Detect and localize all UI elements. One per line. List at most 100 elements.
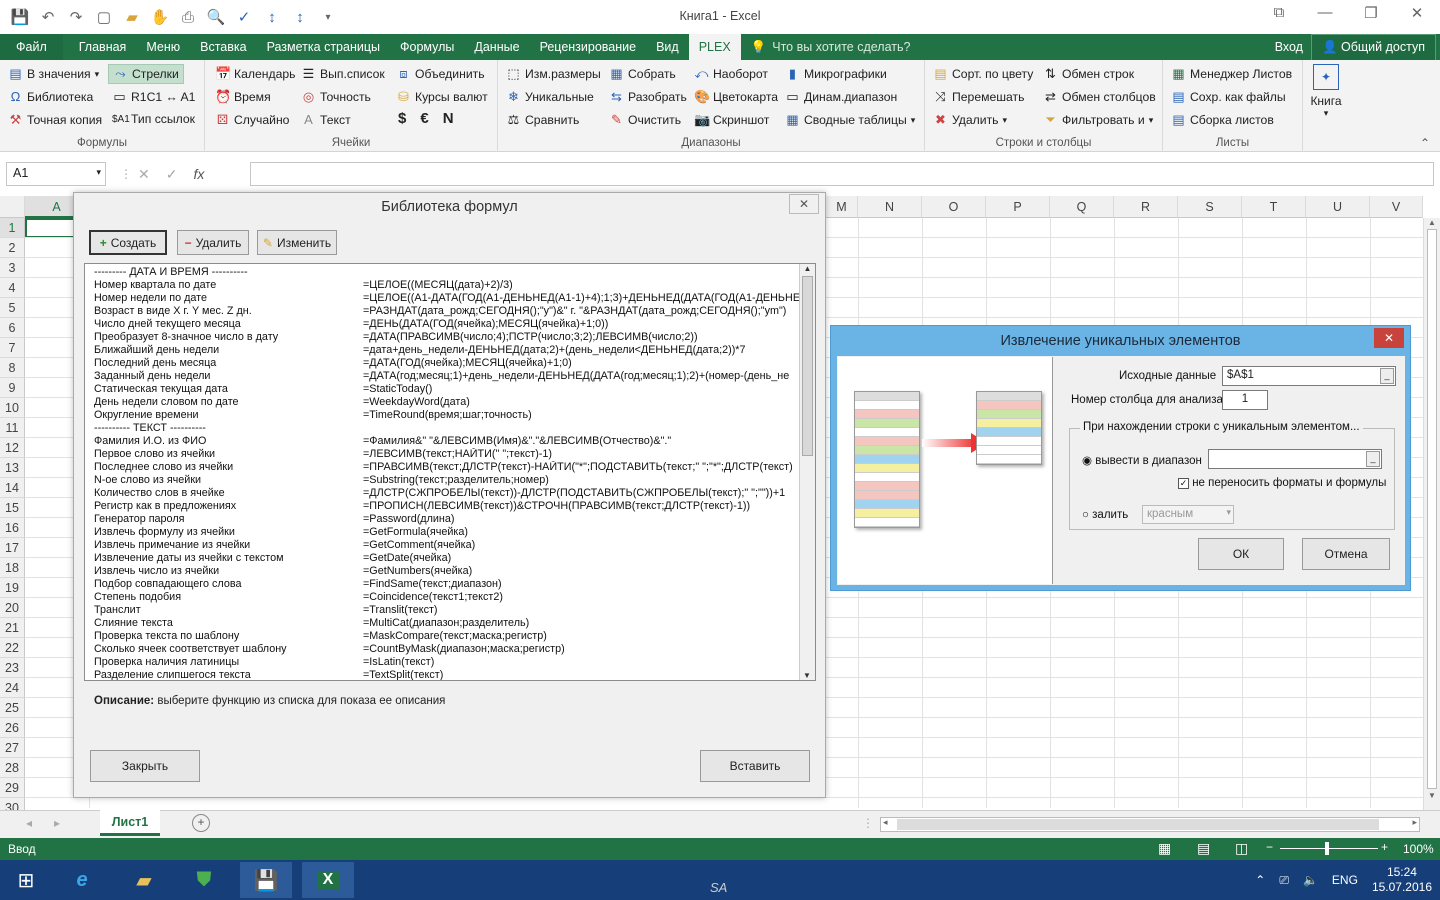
delete-button[interactable]: − Удалить xyxy=(177,230,249,255)
col-header-r[interactable]: R xyxy=(1114,196,1178,218)
ie-icon[interactable]: e xyxy=(56,862,108,898)
row-header[interactable]: 2 xyxy=(0,238,25,258)
ref-type-button[interactable]: $A1 Тип ссылок xyxy=(112,112,195,126)
row-header[interactable]: 12 xyxy=(0,438,25,458)
row-header[interactable]: 28 xyxy=(0,758,25,778)
close-window-icon[interactable]: ✕ xyxy=(1402,4,1432,22)
dropdown-list-button[interactable]: ☰ Вып.список xyxy=(301,66,385,82)
swap-cols-button[interactable]: ⇄ Обмен столбцов xyxy=(1043,89,1156,105)
row-header[interactable]: 21 xyxy=(0,618,25,638)
time-button[interactable]: ⏰ Время xyxy=(215,89,271,105)
formula-item-code[interactable]: =ДЕНЬ(ДАТА(ГОД(ячейка);МЕСЯЦ(ячейка)+1;0… xyxy=(363,318,799,331)
vertical-scrollbar[interactable]: ▲ ▼ xyxy=(1423,218,1440,810)
screenshot-button[interactable]: 📷 Скриншот xyxy=(694,112,769,128)
formula-item-name[interactable]: N-ое слово из ячейки xyxy=(94,474,201,487)
row-header[interactable]: 25 xyxy=(0,698,25,718)
row-header[interactable]: 14 xyxy=(0,478,25,498)
formula-item-code[interactable]: =ЦЕЛОЕ((МЕСЯЦ(дата)+2)/3) xyxy=(363,279,799,292)
col-header-p[interactable]: P xyxy=(986,196,1050,218)
row-header[interactable]: 17 xyxy=(0,538,25,558)
row-header[interactable]: 8 xyxy=(0,358,25,378)
formula-item-code[interactable]: =Password(длина) xyxy=(363,513,799,526)
tab-formulas[interactable]: Формулы xyxy=(390,34,464,60)
tab-home[interactable]: Главная xyxy=(63,34,137,60)
tab-review[interactable]: Рецензирование xyxy=(530,34,647,60)
sort-by-color-button[interactable]: ▤ Сорт. по цвету xyxy=(933,66,1033,82)
zoom-thumb[interactable] xyxy=(1325,842,1329,855)
formula-item-name[interactable]: Регистр как в предложениях xyxy=(94,500,236,513)
col-header-m[interactable]: M xyxy=(826,196,858,218)
formula-item-code[interactable]: =Substring(текст;разделитель;номер) xyxy=(363,474,799,487)
zoom-level[interactable]: 100% xyxy=(1403,842,1434,856)
cancel-icon[interactable]: ✕ xyxy=(138,166,150,183)
formula-item-name[interactable]: Подбор совпадающего слова xyxy=(94,578,241,591)
formula-item-name[interactable]: Сколько ячеек соответствует шаблону xyxy=(94,643,287,656)
formula-item-code[interactable]: =Translit(текст) xyxy=(363,604,799,617)
formula-item-name[interactable]: Заданный день недели xyxy=(94,370,210,383)
fx-icon[interactable]: fx xyxy=(193,166,204,182)
currency-rates-button[interactable]: ⛁ Курсы валют xyxy=(396,89,488,105)
source-input[interactable]: $A$1 _ xyxy=(1222,366,1396,386)
tab-layout[interactable]: Разметка страницы xyxy=(257,34,390,60)
edit-button[interactable]: ✎ Изменить xyxy=(257,230,337,255)
tab-view[interactable]: Вид xyxy=(646,34,689,60)
tab-file[interactable]: Файл xyxy=(0,34,63,60)
close-dialog-icon[interactable]: ✕ xyxy=(789,194,819,214)
share-button[interactable]: 👤 Общий доступ xyxy=(1310,33,1436,61)
formula-item-name[interactable]: Извлечь примечание из ячейки xyxy=(94,539,250,552)
formula-item-code[interactable]: =TextSplit(текст) xyxy=(363,669,799,680)
col-header-t[interactable]: T xyxy=(1242,196,1306,218)
scroll-down-icon[interactable]: ▼ xyxy=(1424,791,1440,800)
list-scroll-thumb[interactable] xyxy=(802,276,813,456)
horizontal-scrollbar[interactable]: ◂ ▸ xyxy=(880,817,1420,832)
formula-input[interactable] xyxy=(250,162,1434,186)
micrographs-button[interactable]: ▮ Микрографики xyxy=(785,66,887,82)
colormap-button[interactable]: 🎨 Цветокарта xyxy=(694,89,778,105)
library-button[interactable]: Ω Библиотека xyxy=(8,89,94,104)
clock[interactable]: 15:24 15.07.2016 xyxy=(1372,865,1432,895)
select-all[interactable] xyxy=(0,196,25,218)
minimize-icon[interactable]: — xyxy=(1310,4,1340,22)
formula-item-code[interactable]: =StaticToday() xyxy=(363,383,799,396)
create-button[interactable]: + Создать xyxy=(89,230,167,255)
formula-item-code[interactable]: =ДАТА(ГОД(ячейка);МЕСЯЦ(ячейка)+1;0) xyxy=(363,357,799,370)
formula-item-name[interactable]: Последний день месяца xyxy=(94,357,216,370)
tab-plex[interactable]: PLEX xyxy=(688,34,741,60)
formula-item-name[interactable]: Фамилия И.О. из ФИО xyxy=(94,435,206,448)
formula-item-name[interactable]: Возраст в виде X г. Y мес. Z дн. xyxy=(94,305,252,318)
formula-item-code[interactable]: =MultiCat(диапазон;разделитель) xyxy=(363,617,799,630)
list-scrollbar[interactable]: ▲ ▼ xyxy=(799,264,815,680)
scroll-up-icon[interactable]: ▲ xyxy=(800,264,815,273)
close-dialog-icon[interactable]: ✕ xyxy=(1374,328,1404,348)
zoom-out-icon[interactable]: − xyxy=(1266,840,1273,854)
exact-copy-button[interactable]: ⚒ Точная копия xyxy=(8,112,102,128)
row-header[interactable]: 5 xyxy=(0,298,25,318)
formula-item-code[interactable]: =ПРОПИСН(ЛЕВСИМВ(текст))&СТРОЧН(ПРАВСИМВ… xyxy=(363,500,799,513)
no-formats-checkbox[interactable]: ✓ не переносить форматы и формулы xyxy=(1178,477,1386,489)
excel-app-icon[interactable]: X xyxy=(302,862,354,898)
next-sheet-icon[interactable]: ▸ xyxy=(54,816,60,830)
row-header[interactable]: 24 xyxy=(0,678,25,698)
formula-item-code[interactable]: =FindSame(текст;диапазон) xyxy=(363,578,799,591)
formula-item-name[interactable]: Статическая текущая дата xyxy=(94,383,228,396)
formula-item-name[interactable]: Последнее слово из ячейки xyxy=(94,461,233,474)
formula-item-code[interactable]: =WeekdayWord(дата) xyxy=(363,396,799,409)
formula-item-name[interactable]: Номер недели по дате xyxy=(94,292,207,305)
scroll-right-icon[interactable]: ▸ xyxy=(1412,817,1417,828)
formula-item-code[interactable]: =TimeRound(время;шаг;точность) xyxy=(363,409,799,422)
resize-button[interactable]: ⬚ Изм.размеры xyxy=(506,66,600,82)
formula-item-code[interactable]: =ЦЕЛОЕ((A1-ДАТА(ГОД(A1-ДЕНЬНЕД(A1-1)+4);… xyxy=(363,292,799,305)
fill-color-select[interactable]: красным ▾ xyxy=(1142,505,1234,524)
collapse-ribbon-icon[interactable]: ⌃ xyxy=(1420,136,1430,150)
tab-data[interactable]: Данные xyxy=(464,34,529,60)
formula-item-code[interactable]: =IsLatin(текст) xyxy=(363,656,799,669)
tell-me-box[interactable]: 💡 Что вы хотите сделать? xyxy=(741,34,921,60)
formula-item-code[interactable] xyxy=(363,422,799,435)
euro-button[interactable]: € xyxy=(420,110,428,127)
insert-button[interactable]: Вставить xyxy=(700,750,810,782)
calendar-button[interactable]: 📅 Календарь xyxy=(215,66,296,82)
zoom-slider[interactable] xyxy=(1280,848,1378,849)
save-as-files-button[interactable]: ▤ Сохр. как файлы xyxy=(1171,89,1285,105)
output-range-input[interactable]: _ xyxy=(1208,449,1382,469)
col-header-u[interactable]: U xyxy=(1306,196,1370,218)
